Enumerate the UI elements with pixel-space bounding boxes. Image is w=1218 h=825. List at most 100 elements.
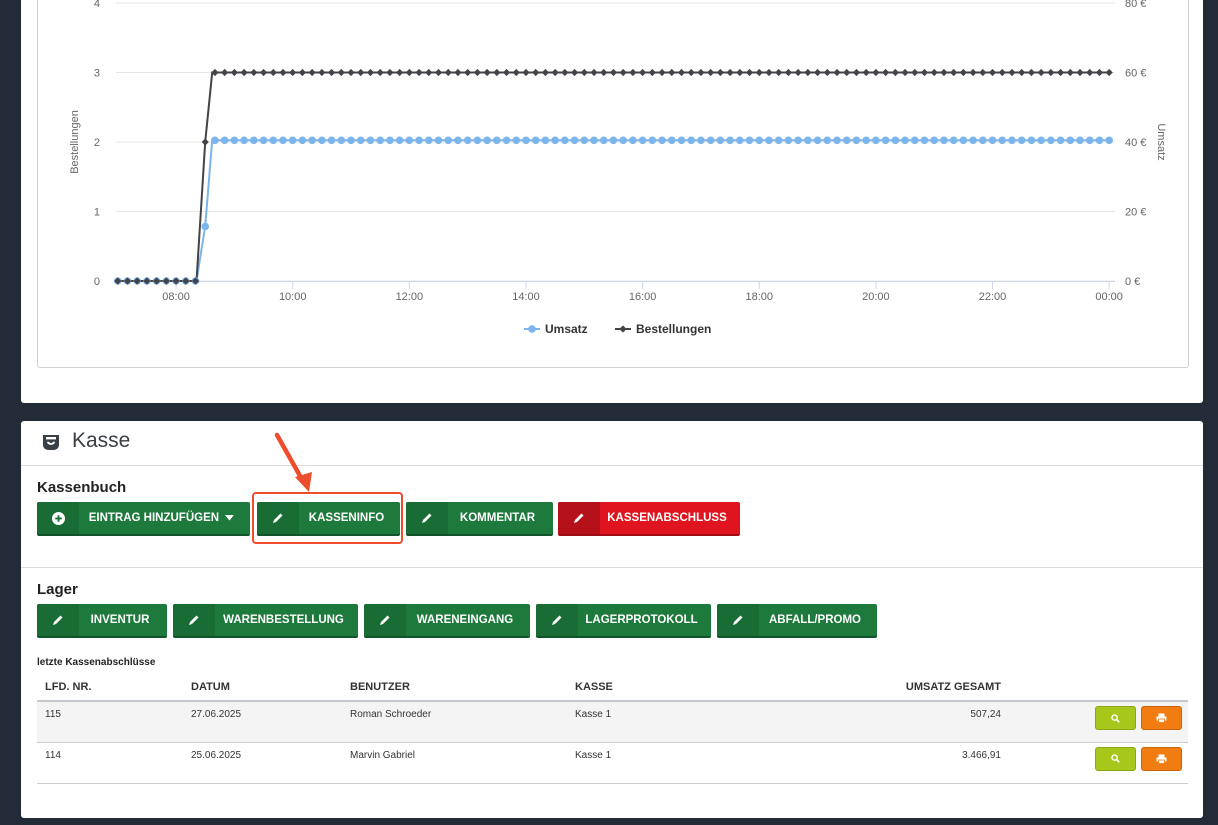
umsatz-point <box>240 136 248 145</box>
kasse-panel: Kasse Kassenbuch EINTRAG HINZUFÜGEN KASS… <box>21 421 1203 818</box>
umsatz-point <box>454 136 462 145</box>
umsatz-point <box>337 136 346 145</box>
bestellungen-point <box>609 68 618 77</box>
bestellungen-point <box>648 68 656 77</box>
y-right-tick-label: 0 € <box>1125 276 1140 288</box>
chart-container: 012340 €20 €40 €60 €80 €08:00 10:00 12:00 1… <box>37 0 1189 368</box>
abfall-promo-label: ABFALL/PROMO <box>769 614 861 626</box>
bestellungen-point <box>629 68 637 77</box>
view-button[interactable] <box>1095 746 1136 771</box>
col-header-actions <box>1009 673 1188 702</box>
bestellungen-point <box>308 68 316 77</box>
bestellungen-point <box>794 68 802 77</box>
umsatz-point <box>493 136 501 145</box>
bestellungen-point <box>1095 68 1104 77</box>
bestellungen-point <box>318 68 326 77</box>
bestellungen-point <box>833 68 841 77</box>
bestellungen-point <box>707 68 715 77</box>
bestellungen-point <box>687 68 695 77</box>
x-tick-label: 08:00 <box>162 291 190 303</box>
kommentar-button[interactable]: KOMMENTAR <box>406 502 553 536</box>
cell-umsatz: 3.466,91 <box>743 742 1009 784</box>
bestellungen-point <box>619 68 627 77</box>
umsatz-point <box>483 136 491 145</box>
kassenbuch-title: Kassenbuch <box>37 479 127 496</box>
table-header-row: LFD. NR. DATUM BENUTZER KASSE UMSATZ GES… <box>37 673 1188 702</box>
cell-benutzer: Roman Schroeder <box>342 701 567 743</box>
bestellungen-point <box>473 68 481 77</box>
umsatz-point <box>386 136 394 145</box>
lagerprotokoll-button[interactable]: LAGERPROTOKOLL <box>536 604 711 638</box>
bestellungen-point <box>736 68 744 77</box>
pencil-icon <box>558 502 600 534</box>
umsatz-point <box>279 136 287 145</box>
cell-actions <box>1009 701 1188 743</box>
bestellungen-point <box>512 68 520 77</box>
umsatz-point <box>609 136 618 145</box>
umsatz-point <box>959 136 968 145</box>
umsatz-point <box>434 136 443 145</box>
y-right-axis-title: Umsatz <box>1155 123 1167 160</box>
umsatz-point <box>667 136 676 145</box>
cell-datum: 25.06.2025 <box>183 742 342 784</box>
bestellungen-point <box>230 68 238 77</box>
umsatz-point <box>648 136 657 145</box>
umsatz-point <box>1095 136 1104 145</box>
umsatz-point <box>784 136 793 145</box>
col-header-lfd-nr: LFD. NR. <box>37 673 183 702</box>
warenbestellung-label: WARENBESTELLUNG <box>223 614 344 626</box>
umsatz-point <box>1085 136 1094 145</box>
umsatz-point <box>988 136 997 145</box>
bestellungen-point <box>959 68 967 77</box>
bestellungen-point <box>405 68 413 77</box>
bestellungen-point <box>1008 68 1016 77</box>
highlight-box <box>252 492 403 544</box>
col-header-kasse: KASSE <box>567 673 743 702</box>
table-row: 115 27.06.2025 Roman Schroeder Kasse 1 5… <box>37 701 1188 743</box>
bestellungen-point <box>901 68 909 77</box>
lagerprotokoll-label: LAGERPROTOKOLL <box>585 614 698 626</box>
umsatz-point <box>687 136 696 145</box>
cell-lfd-nr: 114 <box>37 742 183 784</box>
umsatz-point <box>347 136 355 145</box>
umsatz-point <box>1008 136 1016 145</box>
umsatz-point <box>395 136 404 145</box>
umsatz-point <box>415 136 423 145</box>
umsatz-point <box>580 136 589 145</box>
umsatz-point <box>531 136 540 145</box>
bestellungen-point <box>726 68 734 77</box>
bestellungen-point <box>1018 68 1026 77</box>
recent-closings-title: letzte Kassenabschlüsse <box>37 657 156 668</box>
pencil-icon <box>364 604 406 636</box>
legend-marker-umsatz <box>528 325 536 333</box>
print-button[interactable] <box>1141 706 1182 730</box>
series-line-umsatz <box>117 139 1110 282</box>
y-left-axis-title: Bestellungen <box>69 110 81 174</box>
umsatz-point <box>969 136 977 145</box>
bestellungen-point <box>221 68 229 77</box>
umsatz-point <box>1076 136 1084 145</box>
warenbestellung-button[interactable]: WARENBESTELLUNG <box>173 604 358 638</box>
umsatz-point <box>463 136 472 145</box>
kassenabschluss-button[interactable]: KASSENABSCHLUSS <box>558 502 740 536</box>
print-button[interactable] <box>1141 746 1182 771</box>
umsatz-point <box>833 136 841 145</box>
inventur-button[interactable]: INVENTUR <box>37 604 167 638</box>
wareneingang-button[interactable]: WARENEINGANG <box>364 604 530 638</box>
view-button[interactable] <box>1095 706 1136 730</box>
legend-label-bestellungen: Bestellungen <box>636 322 711 336</box>
bestellungen-point <box>697 68 705 77</box>
umsatz-point <box>405 136 414 145</box>
x-tick-label: 20:00 <box>862 291 890 303</box>
bestellungen-point <box>882 68 890 77</box>
abfall-promo-button[interactable]: ABFALL/PROMO <box>717 604 877 638</box>
add-entry-button[interactable]: EINTRAG HINZUFÜGEN <box>37 502 250 536</box>
bestellungen-point <box>1056 68 1065 77</box>
legend-label-umsatz: Umsatz <box>545 322 588 336</box>
lager-title: Lager <box>37 581 78 598</box>
umsatz-point <box>1027 136 1036 145</box>
cell-kasse: Kasse 1 <box>567 742 743 784</box>
bestellungen-point <box>940 68 948 77</box>
umsatz-point <box>881 136 890 145</box>
umsatz-point <box>590 136 598 145</box>
